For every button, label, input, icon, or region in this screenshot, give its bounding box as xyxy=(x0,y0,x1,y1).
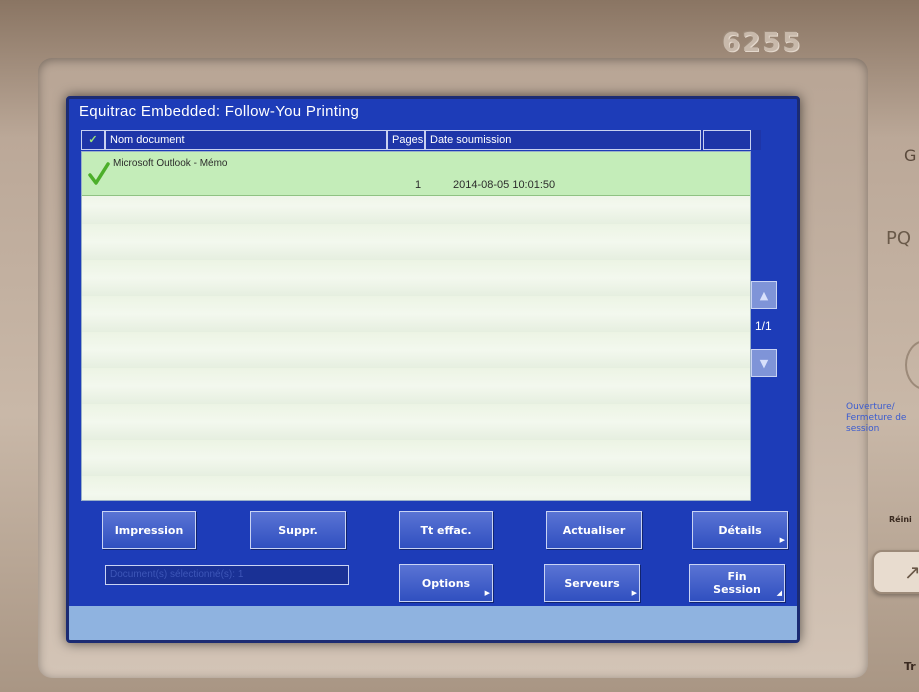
details-button[interactable]: Détails ▶ xyxy=(692,511,788,549)
refresh-button[interactable]: Actualiser xyxy=(546,511,642,549)
side-label-pq: PQ xyxy=(886,228,912,249)
details-button-label: Détails xyxy=(718,523,762,537)
scroll-up-button[interactable]: ▲ xyxy=(751,281,777,309)
refresh-button-label: Actualiser xyxy=(562,523,626,537)
status-field: Document(s) sélectionné(s): 1 xyxy=(105,565,349,585)
servers-button[interactable]: Serveurs ▶ xyxy=(544,564,640,602)
table-header: ✓ Nom document Pages Date soumission xyxy=(81,130,761,150)
servers-button-label: Serveurs xyxy=(564,576,620,590)
model-number: 6255 xyxy=(722,28,803,58)
print-button-label: Impression xyxy=(114,523,184,537)
end-session-button[interactable]: Fin Session ◢ xyxy=(689,564,785,602)
document-list: Microsoft Outlook - Mémo 1 2014-08-05 10… xyxy=(81,151,751,501)
triangle-down-icon: ▼ xyxy=(759,356,769,370)
arrow-icon: ↗ xyxy=(904,560,919,584)
table-row[interactable]: Microsoft Outlook - Mémo 1 2014-08-05 10… xyxy=(82,152,750,196)
options-button-label: Options xyxy=(421,576,471,590)
document-name: Microsoft Outlook - Mémo xyxy=(113,158,228,169)
side-label-tr: Tr xyxy=(904,660,916,673)
print-button[interactable]: Impression xyxy=(102,511,196,549)
column-header-name[interactable]: Nom document xyxy=(105,130,387,150)
column-header-pages[interactable]: Pages xyxy=(387,130,425,150)
delete-all-button[interactable]: Tt effac. xyxy=(399,511,493,549)
end-session-button-label: Fin Session xyxy=(713,570,761,596)
delete-all-button-label: Tt effac. xyxy=(420,523,472,537)
reinit-label: Réini xyxy=(889,515,912,524)
submenu-arrow-icon: ▶ xyxy=(779,536,785,544)
delete-button[interactable]: Suppr. xyxy=(250,511,346,549)
document-pages: 1 xyxy=(415,179,422,191)
scroll-down-button[interactable]: ▼ xyxy=(751,349,777,377)
login-logout-label: Ouverture/ Fermeture de session xyxy=(846,402,907,434)
side-label-g: G xyxy=(904,146,917,165)
delete-button-label: Suppr. xyxy=(278,523,318,537)
submenu-arrow-icon: ▶ xyxy=(631,589,637,597)
checkmark-icon[interactable] xyxy=(88,162,110,186)
column-header-date[interactable]: Date soumission xyxy=(425,130,701,150)
page-indicator: 1/1 xyxy=(755,319,772,333)
select-all-check[interactable]: ✓ xyxy=(81,130,105,150)
submenu-arrow-icon: ▶ xyxy=(484,589,490,597)
hardware-key[interactable]: ↗ xyxy=(872,550,919,594)
touch-screen: Equitrac Embedded: Follow-You Printing ✓… xyxy=(66,96,800,643)
document-date: 2014-08-05 10:01:50 xyxy=(453,179,556,191)
logout-arrow-icon: ◢ xyxy=(776,589,782,597)
system-status-bar xyxy=(69,606,797,640)
triangle-up-icon: ▲ xyxy=(759,288,769,302)
window-title: Equitrac Embedded: Follow-You Printing xyxy=(79,103,360,120)
column-header-extra[interactable] xyxy=(703,130,751,150)
options-button[interactable]: Options ▶ xyxy=(399,564,493,602)
